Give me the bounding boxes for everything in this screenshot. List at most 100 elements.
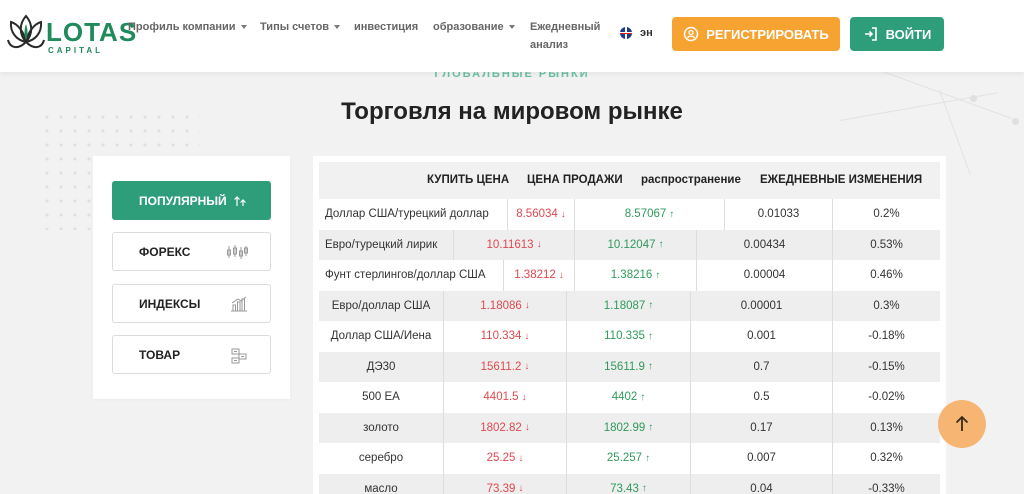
- cell-name-value: серебро: [358, 452, 404, 465]
- table-row[interactable]: серебро 25.25 ↓ 25.257 ↑ 0.007 0.32%: [319, 443, 940, 474]
- language-switcher[interactable]: эн: [620, 27, 653, 39]
- lotus-logo-icon: [7, 14, 45, 48]
- category-forex[interactable]: ФОРЕКС: [112, 232, 271, 271]
- cell-sell-value: 15611.9: [604, 360, 645, 373]
- cell-buy-value: 15611.2: [480, 360, 522, 373]
- cell-name-value: Доллар США/турецкий доллар: [325, 208, 489, 221]
- scroll-to-top-button[interactable]: [938, 400, 986, 448]
- cell-change: 0.2%: [832, 199, 940, 230]
- cell-change-value: 0.3%: [873, 299, 900, 312]
- cell-spread: 0.04: [690, 473, 832, 494]
- arrow-down-icon: ↓: [536, 239, 542, 251]
- table-row[interactable]: 500 ЕА 4401.5 ↓ 4402 ↑ 0.5 -0.02%: [319, 382, 940, 413]
- cell-name-value: 500 ЕА: [362, 391, 400, 404]
- arrow-up-icon: ↑: [640, 391, 646, 403]
- cell-buy: 110.334 ↓: [443, 321, 566, 352]
- category-commodity[interactable]: ТОВАР: [112, 335, 271, 374]
- cell-change: -0.02%: [832, 382, 940, 413]
- cell-sell-value: 8.57067: [624, 208, 667, 221]
- table-row[interactable]: Фунт стерлингов/доллар США 1.38212 ↓ 1.3821…: [319, 260, 940, 291]
- nav-label: Типы счетов: [260, 21, 330, 33]
- table-row[interactable]: Доллар США/турецкий доллар 8.56034 ↓ 8.5706…: [319, 199, 940, 230]
- nav-daily-analysis[interactable]: Ежедневный анализ: [530, 19, 600, 53]
- cell-spread-value: 0.00001: [740, 299, 783, 312]
- category-indices[interactable]: ИНДЕКСЫ: [112, 284, 271, 323]
- cell-change-value: 0.32%: [870, 452, 903, 465]
- cell-sell: 15611.9 ↑: [566, 351, 690, 382]
- section-title: Торговля на мировом рынке: [341, 98, 683, 125]
- table-row[interactable]: ДЭ30 15611.2 ↓ 15611.9 ↑ 0.7 -0.15%: [319, 351, 940, 383]
- arrow-down-icon: ↓: [518, 483, 524, 494]
- arrow-up-icon: ↑: [647, 361, 653, 373]
- cell-change-value: 0.2%: [873, 208, 900, 221]
- cell-change: -0.33%: [832, 473, 940, 494]
- brand-subtitle: CAPITAL: [48, 46, 104, 55]
- cell-name-value: Евро/турецкий лирик: [325, 238, 438, 251]
- bar-chart-icon: [231, 296, 247, 312]
- cell-spread-value: 0.7: [753, 360, 770, 373]
- nav-education[interactable]: образование: [433, 19, 515, 35]
- cell-change: -0.18%: [832, 321, 940, 352]
- nav-label: инвестиция: [354, 21, 419, 33]
- cell-spread-value: 0.00434: [743, 238, 786, 251]
- cell-spread: 0.007: [690, 443, 832, 474]
- cell-change: 0.53%: [832, 229, 940, 260]
- arrow-up-icon: ↑: [648, 422, 654, 434]
- cell-name: Фунт стерлингов/доллар США: [319, 260, 503, 291]
- cell-name: ДЭ30: [319, 352, 443, 383]
- nav-label: образование: [433, 21, 504, 33]
- arrow-up-icon: ↑: [647, 330, 653, 342]
- arrow-down-icon: ↓: [560, 208, 566, 220]
- cell-buy: 10.11613 ↓: [453, 229, 574, 260]
- cell-sell: 1802.99 ↑: [566, 412, 690, 443]
- nav-account-types[interactable]: Типы счетов: [260, 19, 341, 35]
- table-row[interactable]: Евро/доллар США 1.18086 ↓ 1.18087 ↑ 0.00001 0.…: [319, 290, 940, 321]
- cell-sell: 4402 ↑: [566, 382, 690, 413]
- register-button[interactable]: РЕГИСТРИРОВАТЬ: [672, 17, 840, 51]
- sign-in-icon: [864, 27, 877, 41]
- cell-spread: 0.00434: [696, 229, 832, 260]
- cell-spread: 0.17: [690, 412, 832, 443]
- cell-spread: 0.00001: [690, 290, 832, 321]
- cell-sell: 10.12047 ↑: [574, 229, 696, 260]
- cell-name-value: Доллар США/Иена: [330, 330, 432, 343]
- cell-spread-value: 0.5: [753, 391, 770, 404]
- cell-change-value: -0.33%: [868, 482, 905, 494]
- candles-icon: [227, 245, 248, 259]
- cell-sell-value: 1.38216: [610, 269, 653, 282]
- category-label: ПОПУЛЯРНЫЙ: [139, 193, 227, 208]
- cell-spread-value: 0.04: [750, 482, 773, 494]
- cell-buy: 73.39 ↓: [443, 473, 566, 494]
- table-row[interactable]: Доллар США/Иена 110.334 ↓ 110.335 ↑ 0.001 -0.1…: [319, 321, 940, 352]
- arrow-up-icon: ↑: [641, 483, 647, 494]
- header-sell: ЦЕНА ПРОДАЖИ: [527, 174, 623, 186]
- cell-sell-value: 10.12047: [607, 238, 656, 251]
- language-label: эн: [640, 27, 653, 39]
- arrow-down-icon: ↓: [524, 361, 530, 373]
- cell-buy-value: 110.334: [480, 330, 522, 343]
- cell-sell-value: 1.18087: [603, 299, 646, 312]
- cell-sell: 73.43 ↑: [566, 473, 690, 494]
- nav-investment[interactable]: инвестиция: [354, 19, 418, 35]
- header-spread: распространение: [641, 174, 741, 186]
- cell-change-value: 0.13%: [870, 421, 903, 434]
- login-button[interactable]: ВОЙТИ: [850, 17, 944, 51]
- cell-sell-value: 4402: [611, 391, 638, 404]
- cell-spread: 0.00004: [696, 260, 832, 291]
- cell-name-value: золото: [363, 421, 399, 434]
- cell-buy: 1802.82 ↓: [443, 412, 566, 443]
- brand-logo[interactable]: LOTAS CAPITAL: [6, 10, 136, 62]
- nav-company-profile[interactable]: Профиль компании: [128, 19, 247, 35]
- nav-label: Ежедневный: [530, 21, 601, 33]
- cell-spread-value: 0.17: [750, 421, 773, 434]
- arrow-up-icon: ↑: [669, 208, 675, 220]
- category-popular[interactable]: ПОПУЛЯРНЫЙ: [112, 181, 271, 220]
- chevron-down-icon: [508, 25, 515, 30]
- cell-buy-value: 10.11613: [486, 238, 534, 251]
- table-row[interactable]: Евро/турецкий лирик 10.11613 ↓ 10.12047 ↑ 0.0…: [319, 229, 940, 261]
- nav-label-line2: анализ: [530, 39, 569, 51]
- cell-change-value: -0.02%: [868, 391, 905, 404]
- table-row[interactable]: золото 1802.82 ↓ 1802.99 ↑ 0.17 0.13%: [319, 412, 940, 443]
- cell-name: Евро/турецкий лирик: [319, 230, 453, 261]
- table-row[interactable]: масло 73.39 ↓ 73.43 ↑ 0.04 -0.33%: [319, 473, 940, 494]
